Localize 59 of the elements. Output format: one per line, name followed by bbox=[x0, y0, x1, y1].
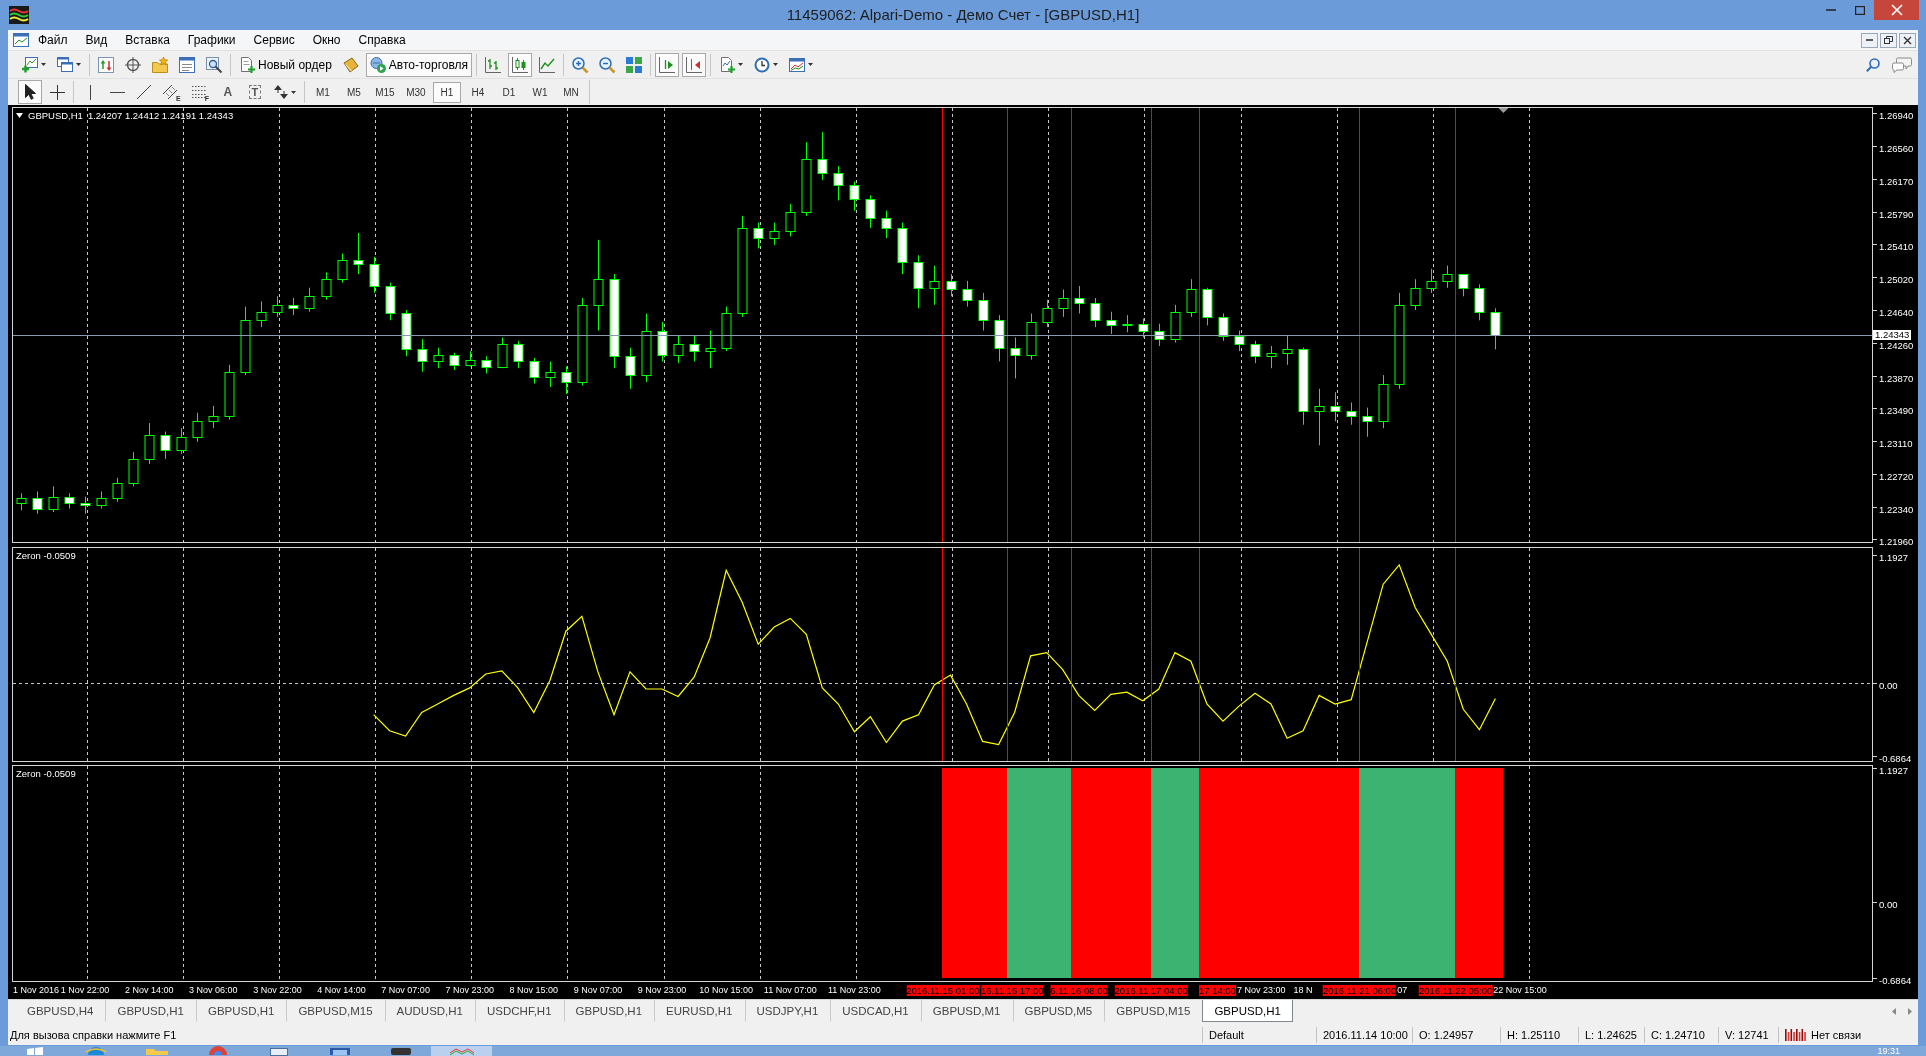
price-tag: 1.24343 bbox=[1873, 330, 1912, 340]
axis-label: 1.26940 bbox=[1879, 111, 1914, 121]
status-help-text: Для вызова справки нажмите F1 bbox=[9, 1029, 178, 1041]
status-field: 2016.11.14 10:00 bbox=[1316, 1027, 1412, 1043]
chart-title: Zeron -0.0509 bbox=[16, 768, 76, 779]
time-label: 10 Nov 15:00 bbox=[699, 985, 753, 996]
time-label: 18 N bbox=[1293, 985, 1313, 996]
time-label: 9 Nov 07:00 bbox=[573, 985, 623, 996]
time-marker-label: 16.11.15 17:00 bbox=[980, 985, 1044, 996]
time-marker-label: 17 14:00 bbox=[1198, 985, 1236, 996]
axis-label: 1.24260 bbox=[1879, 341, 1914, 351]
chart-quote: 1.24207 1.24412 1.24191 1.24343 bbox=[87, 110, 234, 121]
axis-label: 1.1927 bbox=[1879, 766, 1909, 776]
chart-title: GBPUSD,H1 bbox=[28, 110, 83, 121]
clock: 19:31 bbox=[1877, 1046, 1900, 1056]
axis-label: 1.23490 bbox=[1879, 406, 1914, 416]
time-label: 7 Nov 07:00 bbox=[381, 985, 430, 996]
axis-label: -0.6864 bbox=[1879, 754, 1912, 764]
time-label: 8 Nov 15:00 bbox=[509, 985, 559, 996]
time-label: 11 Nov 23:00 bbox=[827, 985, 881, 996]
status-field: L: 1.24625 bbox=[1578, 1027, 1644, 1043]
axis-label: 0.00 bbox=[1879, 681, 1898, 691]
status-field: C: 1.24710 bbox=[1644, 1027, 1718, 1043]
time-label: 11 Nov 07:00 bbox=[763, 985, 817, 996]
axis-label: 1.23110 bbox=[1879, 439, 1913, 449]
status-field: Default bbox=[1202, 1027, 1316, 1043]
time-label: 9 Nov 23:00 bbox=[637, 985, 687, 996]
axis-label: 1.24640 bbox=[1879, 308, 1914, 318]
axis-label: 1.25410 bbox=[1879, 242, 1914, 252]
time-marker-label: 2016.11.22 05:00 bbox=[1419, 985, 1493, 996]
axis-label: 1.22720 bbox=[1879, 472, 1914, 482]
time-marker-label: 2016.11.17 04:00 bbox=[1114, 985, 1188, 996]
status-field: V: 12741 bbox=[1718, 1027, 1778, 1043]
axis-label: 1.23870 bbox=[1879, 374, 1914, 384]
axis-label: 1.1927 bbox=[1879, 553, 1909, 563]
axis-label: 1.26560 bbox=[1879, 144, 1914, 154]
axis-label: 1.25020 bbox=[1879, 275, 1914, 285]
connection-status: Нет связи bbox=[1811, 1029, 1862, 1041]
status-field: O: 1.24957 bbox=[1412, 1027, 1500, 1043]
status-field: H: 1.25110 bbox=[1500, 1027, 1578, 1043]
time-label: 4 Nov 14:00 bbox=[317, 985, 366, 996]
time-label: 22 Nov 15:00 bbox=[1493, 985, 1547, 996]
axis-label: 1.25790 bbox=[1879, 210, 1914, 220]
axis-label: 1.21960 bbox=[1879, 537, 1914, 547]
time-marker-label: 2016.11.21 06:00 bbox=[1322, 985, 1397, 996]
chart-title: Zeron -0.0509 bbox=[16, 550, 76, 561]
axis-label: 1.22340 bbox=[1879, 505, 1914, 515]
time-label: 7 Nov 23:00 bbox=[1236, 985, 1286, 996]
time-label: 3 Nov 22:00 bbox=[253, 985, 302, 996]
axis-label: -0.6864 bbox=[1879, 976, 1912, 986]
time-label: 07 bbox=[1397, 985, 1408, 996]
axis-label: 1.26170 bbox=[1879, 177, 1914, 187]
time-label: 2 Nov 14:00 bbox=[124, 985, 174, 996]
time-label: 1 Nov 2016 bbox=[13, 985, 60, 996]
window-title: 11459062: Alpari-Demo - Демо Счет - [GBPUSD,H1] bbox=[786, 5, 1140, 25]
axis-label: 0.00 bbox=[1879, 900, 1898, 910]
time-label: 1 Nov 22:00 bbox=[60, 985, 110, 996]
time-label: 3 Nov 06:00 bbox=[189, 985, 238, 996]
time-label: 7 Nov 23:00 bbox=[445, 985, 494, 996]
